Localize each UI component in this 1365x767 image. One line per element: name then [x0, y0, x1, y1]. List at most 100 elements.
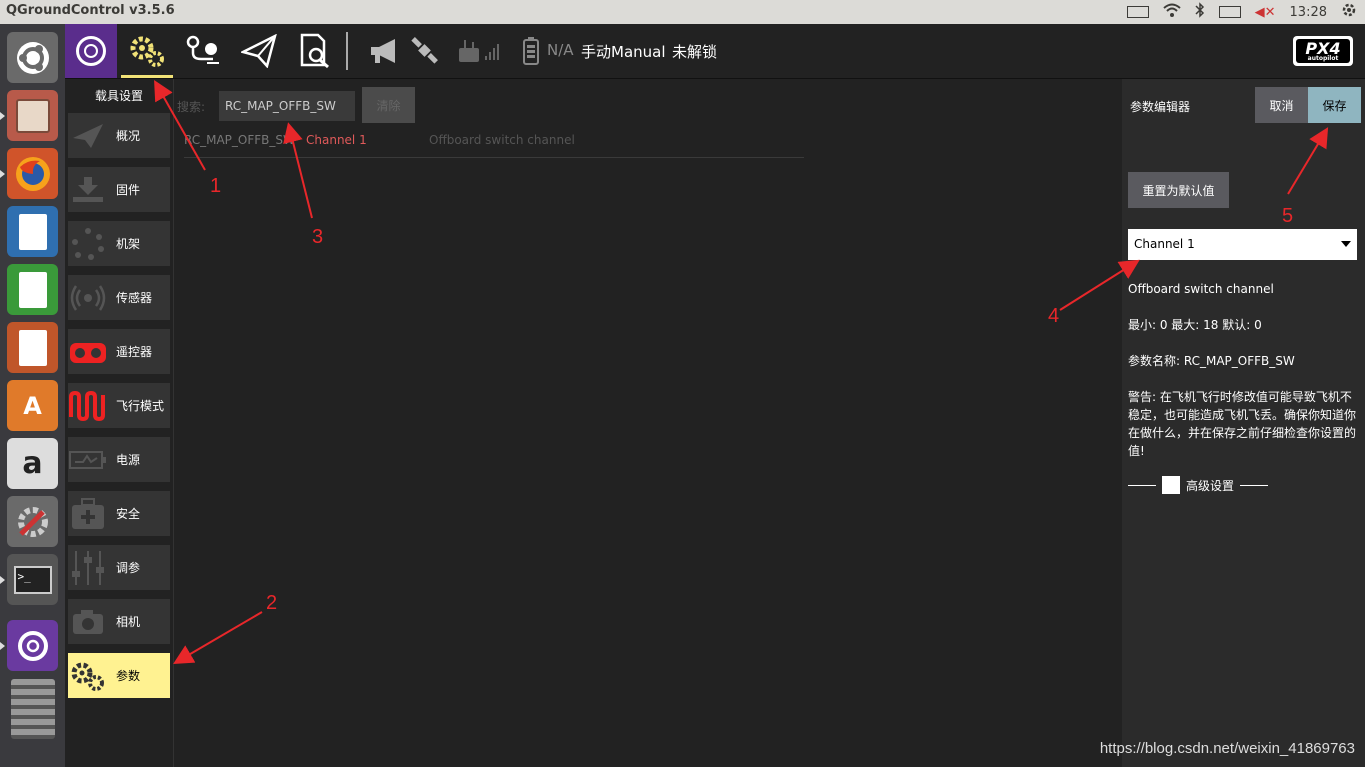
- param-name-label: 参数名称: RC_MAP_OFFB_SW: [1128, 354, 1295, 368]
- sidebar-header: 载具设置: [94, 89, 143, 103]
- editor-title: 参数编辑器: [1130, 100, 1191, 114]
- writer-icon[interactable]: [7, 206, 58, 257]
- system-settings-icon[interactable]: [7, 496, 58, 547]
- search-input[interactable]: [219, 91, 355, 121]
- value-dropdown-text: Channel 1: [1134, 237, 1195, 251]
- param-row-name[interactable]: RC_MAP_OFFB_SW: [184, 133, 295, 147]
- divider-line: [1240, 484, 1269, 486]
- camera-icon: [68, 599, 108, 644]
- ubuntu-dash-icon[interactable]: [7, 32, 58, 83]
- save-button[interactable]: 保存: [1308, 87, 1361, 123]
- ubuntu-launcher: A a >_: [0, 24, 66, 767]
- system-tray: ◀✕ 13:28: [1126, 0, 1357, 24]
- sidebar-item-tuning[interactable]: 调参: [68, 545, 170, 590]
- qgc-logo-button[interactable]: [65, 24, 117, 78]
- sidebar-item-camera[interactable]: 相机: [68, 599, 170, 644]
- parameters-gears-icon: [68, 653, 108, 698]
- parameter-editor-panel: 参数编辑器 取消 保存 重置为默认值 Channel 1 Offboard sw…: [1122, 79, 1365, 767]
- vehicle-setup-sidebar: 载具设置 概况 固件 机架 传感器 遥控器 飞行模式 电源 安全 调参 相机 参…: [65, 79, 173, 767]
- annotation-number: 4: [1048, 305, 1060, 327]
- sidebar-item-power[interactable]: 电源: [68, 437, 170, 482]
- messages-indicator[interactable]: [365, 24, 405, 78]
- wifi-icon[interactable]: [1162, 3, 1181, 21]
- flight-mode-selector[interactable]: 手动Manual: [581, 41, 666, 62]
- sidebar-item-label: 安全: [116, 507, 141, 521]
- terminal-icon[interactable]: >_: [7, 554, 58, 605]
- paper-plane-icon: [68, 113, 108, 158]
- qgroundcontrol-icon[interactable]: [7, 620, 58, 671]
- sidebar-item-radio[interactable]: 遥控器: [68, 329, 170, 374]
- vehicle-setup-tab[interactable]: [121, 24, 173, 78]
- sidebar-item-label: 参数: [116, 669, 141, 683]
- battery-icon[interactable]: [1218, 6, 1241, 18]
- sidebar-item-firmware[interactable]: 固件: [68, 167, 170, 212]
- annotation-number: 5: [1282, 205, 1294, 227]
- chevron-down-icon: [1341, 241, 1351, 247]
- satellite-icon: [411, 37, 438, 64]
- waypoint-route-icon: [186, 35, 219, 64]
- search-label: 搜索:: [177, 100, 206, 114]
- gps-indicator[interactable]: [407, 24, 443, 78]
- software-center-icon[interactable]: A: [7, 380, 58, 431]
- analyze-view-tab[interactable]: [289, 24, 341, 78]
- radio-icon: [68, 329, 108, 374]
- sidebar-item-flight-modes[interactable]: 飞行模式: [68, 383, 170, 428]
- value-dropdown[interactable]: Channel 1: [1128, 229, 1357, 260]
- plan-view-tab[interactable]: [177, 24, 229, 78]
- sidebar-item-airframe[interactable]: 机架: [68, 221, 170, 266]
- arm-status[interactable]: 未解锁: [672, 41, 717, 62]
- impress-icon[interactable]: [7, 322, 58, 373]
- sidebar-item-parameters[interactable]: 参数: [68, 653, 170, 698]
- volume-muted-icon[interactable]: ◀✕: [1255, 5, 1276, 20]
- clock[interactable]: 13:28: [1290, 5, 1327, 20]
- parameter-list-panel: 搜索: 清除 RC_MAP_OFFB_SW Channel 1 Offboard…: [174, 79, 1122, 767]
- gears-icon: [130, 36, 164, 67]
- sidebar-item-label: 机架: [116, 237, 141, 251]
- calc-icon[interactable]: [7, 264, 58, 315]
- advanced-settings-toggle[interactable]: 高级设置: [1128, 476, 1269, 494]
- firmware-download-icon: [68, 167, 108, 212]
- firefox-icon[interactable]: [7, 148, 58, 199]
- brand-subtitle: autopilot: [1307, 55, 1339, 62]
- reset-default-button[interactable]: 重置为默认值: [1128, 172, 1229, 208]
- keyboard-icon[interactable]: [1126, 6, 1149, 18]
- airframe-icon: [68, 221, 108, 266]
- sidebar-item-safety[interactable]: 安全: [68, 491, 170, 536]
- bluetooth-icon[interactable]: [1195, 2, 1205, 22]
- sidebar-item-label: 固件: [116, 183, 141, 197]
- rc-transmitter-icon: [459, 40, 499, 62]
- qgc-toolbar: N/A 手动Manual 未解锁 PX4 autopilot: [65, 24, 1365, 79]
- files-icon[interactable]: [7, 90, 58, 141]
- document-search-icon: [300, 33, 329, 69]
- cancel-button[interactable]: 取消: [1255, 87, 1308, 123]
- divider-line: [1128, 484, 1156, 486]
- sidebar-item-label: 调参: [116, 561, 141, 575]
- sidebar-item-label: 传感器: [116, 291, 153, 305]
- safety-icon: [68, 491, 108, 536]
- power-gear-icon[interactable]: [1341, 2, 1357, 22]
- px4-logo: PX4 autopilot: [1293, 36, 1353, 66]
- amazon-icon[interactable]: a: [7, 438, 58, 489]
- tuning-sliders-icon: [68, 545, 108, 590]
- sidebar-item-summary[interactable]: 概况: [68, 113, 170, 158]
- rc-rssi-indicator[interactable]: [451, 24, 507, 78]
- warning-text: 警告: 在飞机飞行时修改值可能导致飞机不稳定，也可能造成飞机飞丢。确保你知道你在…: [1128, 390, 1357, 458]
- window-title: QGroundControl v3.5.6: [6, 3, 175, 18]
- sidebar-item-label: 电源: [116, 453, 141, 467]
- sidebar-item-label: 遥控器: [116, 345, 153, 359]
- watermark: https://blog.csdn.net/weixin_41869763: [1099, 740, 1355, 757]
- battery-indicator[interactable]: [519, 24, 543, 78]
- annotation-number: 3: [312, 226, 324, 248]
- annotation-number: 2: [266, 592, 278, 614]
- fly-view-tab[interactable]: [233, 24, 285, 78]
- clear-button[interactable]: 清除: [362, 87, 415, 123]
- sidebar-item-sensors[interactable]: 传感器: [68, 275, 170, 320]
- paper-plane-icon: [241, 34, 277, 68]
- annotation-number: 1: [210, 175, 222, 197]
- flight-modes-icon: [68, 383, 108, 428]
- workspace-switcher-icon[interactable]: [7, 676, 58, 742]
- sidebar-item-label: 相机: [116, 615, 141, 629]
- running-indicator: [0, 112, 5, 120]
- param-row-value[interactable]: Channel 1: [306, 133, 367, 147]
- advanced-checkbox[interactable]: [1162, 476, 1180, 494]
